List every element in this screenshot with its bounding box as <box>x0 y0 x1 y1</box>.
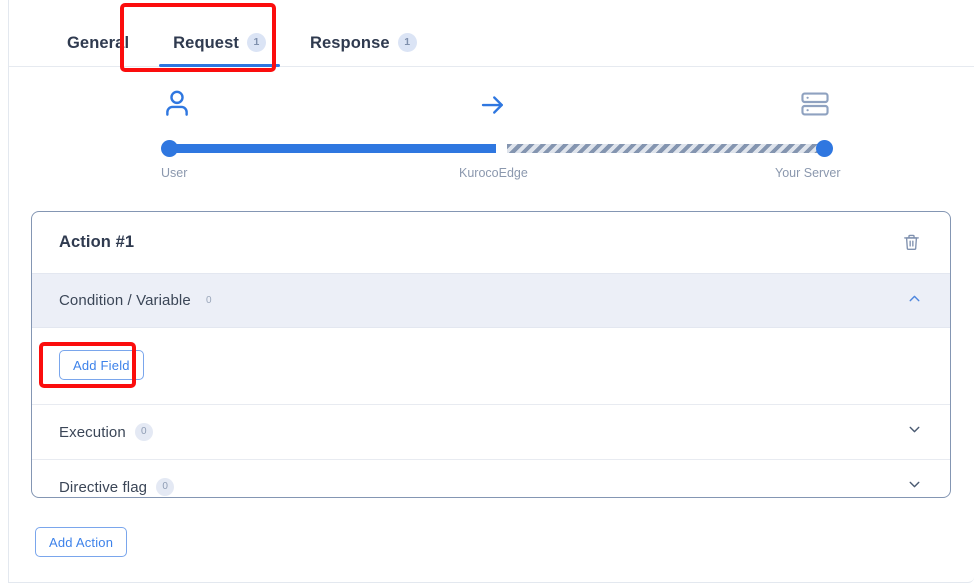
trash-icon[interactable] <box>898 230 924 256</box>
action-card-header: Action #1 <box>32 212 950 273</box>
section-condition-variable-left: Condition / Variable 0 <box>59 292 218 310</box>
chevron-down-icon[interactable] <box>906 421 923 443</box>
tab-request-label: Request <box>173 34 239 53</box>
flow-progress-track <box>161 140 833 157</box>
action-card: Action #1 Condition / Variable 0 Add Fie… <box>31 211 951 498</box>
section-body-condition-variable: Add Field <box>32 328 950 404</box>
tab-request-badge: 1 <box>246 33 266 52</box>
tab-general[interactable]: General <box>45 18 151 67</box>
flow-label-row: User KurocoEdge Your Server <box>161 166 841 186</box>
panel-card: General Request 1 Response 1 User Kuroco… <box>8 0 974 583</box>
chevron-down-icon[interactable] <box>906 476 923 497</box>
section-execution-left: Execution 0 <box>59 423 153 441</box>
flow-label-kurocoedge: KurocoEdge <box>459 166 528 180</box>
request-settings-panel: General Request 1 Response 1 User Kuroco… <box>0 0 974 583</box>
flow-icon-row <box>161 86 833 126</box>
section-label-directive-flag: Directive flag <box>59 478 148 496</box>
add-field-button[interactable]: Add Field <box>59 350 144 380</box>
tab-active-underline <box>159 63 280 67</box>
flow-label-your-server: Your Server <box>775 166 841 180</box>
tab-response-label: Response <box>309 34 390 53</box>
tab-response[interactable]: Response 1 <box>288 18 439 67</box>
section-count-directive-flag: 0 <box>156 478 175 496</box>
chevron-up-icon[interactable] <box>906 290 923 312</box>
section-header-condition-variable[interactable]: Condition / Variable 0 <box>32 273 950 328</box>
section-count-execution: 0 <box>134 423 153 441</box>
flow-segment-completed <box>171 144 496 153</box>
flow-segment-pending <box>507 144 820 153</box>
flow-node-server <box>816 140 833 157</box>
action-title: Action #1 <box>59 233 135 251</box>
tab-request[interactable]: Request 1 <box>151 18 288 67</box>
add-action-wrapper: Add Action <box>35 527 128 557</box>
tab-response-badge: 1 <box>397 33 417 52</box>
add-action-button[interactable]: Add Action <box>35 527 128 557</box>
flow-label-user: User <box>161 166 188 180</box>
request-flow-diagram: User KurocoEdge Your Server <box>161 86 841 190</box>
section-count-condition-variable: 0 <box>206 294 212 306</box>
user-icon <box>160 86 194 127</box>
section-label-execution: Execution <box>59 423 126 441</box>
server-icon <box>799 87 831 126</box>
section-header-directive-flag[interactable]: Directive flag 0 <box>32 459 950 497</box>
tab-general-label: General <box>67 34 130 53</box>
section-header-execution[interactable]: Execution 0 <box>32 404 950 459</box>
section-directive-flag-left: Directive flag 0 <box>59 478 175 496</box>
flow-node-user <box>161 140 178 157</box>
arrow-right-icon <box>478 90 508 125</box>
section-label-condition-variable: Condition / Variable <box>59 292 191 309</box>
tab-bar: General Request 1 Response 1 <box>9 0 974 67</box>
